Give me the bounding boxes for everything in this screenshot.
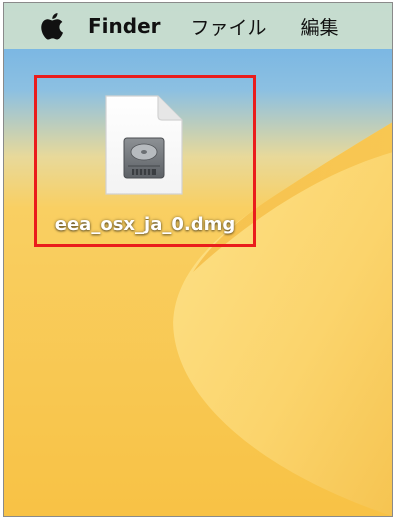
menu-app-finder[interactable]: Finder bbox=[88, 14, 161, 38]
menu-bar: Finder ファイル 編集 bbox=[4, 3, 392, 49]
disk-image-icon bbox=[105, 95, 183, 195]
dmg-file-icon-item[interactable]: eea_osx_ja_0.dmg bbox=[34, 75, 256, 247]
apple-icon[interactable] bbox=[38, 11, 64, 41]
file-name-label: eea_osx_ja_0.dmg bbox=[54, 214, 236, 235]
menu-file[interactable]: ファイル bbox=[191, 13, 267, 40]
desktop-screen: Finder ファイル 編集 eea_osx_ja_0.dmg bbox=[3, 2, 393, 517]
menu-edit[interactable]: 編集 bbox=[301, 13, 339, 40]
